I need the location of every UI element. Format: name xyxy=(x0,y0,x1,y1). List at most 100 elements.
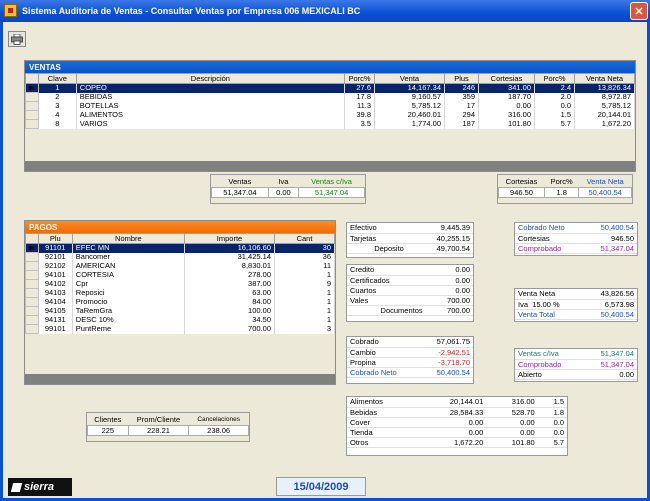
kv-value: 1,672.20 xyxy=(416,437,487,448)
kv-row: Bebidas 28,584.33 528.70 1.8 xyxy=(347,407,567,418)
pagos-cell: 1 xyxy=(274,288,335,298)
pagos-cell: 1 xyxy=(274,315,335,325)
ventas-col-2[interactable]: Porc% xyxy=(344,73,375,84)
kv-row: Cortesias 946.50 xyxy=(515,233,637,244)
kv-value: 1.5 xyxy=(537,397,567,408)
ventas-header: VENTAS xyxy=(25,61,635,73)
kv-value: 0.00 xyxy=(425,265,473,276)
kv-value: 0.0 xyxy=(537,427,567,438)
table-row[interactable]: 94102 Cpr 387.00 9 xyxy=(25,279,335,289)
ventas-cell: 1,672.20 xyxy=(574,119,635,129)
close-button[interactable]: ✕ xyxy=(630,2,648,20)
kv-value: 20,144.01 xyxy=(416,397,487,408)
kv-row: Tienda 0.00 0.00 0.0 xyxy=(347,427,567,438)
table-row[interactable]: 92101 Bancomer 31,425.14 36 xyxy=(25,252,335,262)
table-row[interactable]: 94101 CORTESIA 278.00 1 xyxy=(25,270,335,280)
table-row[interactable]: ▶ 1 COPEO 27.6 14,167.34 246 341.00 2.4 13,826.3… xyxy=(25,83,635,93)
ventas-col-5[interactable]: Cortesias xyxy=(478,73,535,84)
table-row[interactable]: 4 ALIMENTOS 39.8 20,460.01 294 316.00 1.5 20,14… xyxy=(25,110,635,120)
close-icon: ✕ xyxy=(634,5,644,18)
kv-row: Comprobado 51,347.04 xyxy=(515,359,637,370)
ventas-col-3[interactable]: Venta xyxy=(374,73,445,84)
pagos-cell: 700.00 xyxy=(184,324,275,334)
ventas-table[interactable]: Clave Descripción Porc% Venta Plus Cortesias P… xyxy=(25,73,635,129)
ventas-col-6[interactable]: Porc% xyxy=(534,73,575,84)
efectivo-box: Efectivo 9,445.39 Tarjetas 40,255.15 Deposit… xyxy=(346,222,474,258)
row-indicator: ▶ xyxy=(25,83,39,93)
ventas-civa-box: Ventas c/Iva 51,347.04 Comprobado 51,347.04… xyxy=(514,348,638,382)
kv-label: Ventas c/Iva xyxy=(515,349,583,360)
kv-value: 5.7 xyxy=(537,437,567,448)
ventas-col-0[interactable]: Clave xyxy=(37,73,77,84)
window-title: Sistema Auditoria de Ventas - Consultar … xyxy=(22,6,361,16)
kv-value: 101.80 xyxy=(486,437,538,448)
table-row[interactable]: 94131 DESC 10% 34.50 1 xyxy=(25,315,335,325)
pagos-header: PAGOS xyxy=(25,221,335,233)
venta-total-value: 50,400.54 xyxy=(581,309,637,320)
kv-row: Tarjetas 40,255.15 xyxy=(347,233,473,244)
ventas-cell: ALIMENTOS xyxy=(76,110,346,120)
venta-total-label: Venta Total xyxy=(515,309,582,320)
kv-row: Cuartos 0.00 xyxy=(347,285,473,296)
kv-label: Cover xyxy=(347,417,417,428)
iva-value: 6,573.98 xyxy=(581,299,637,310)
kv-label: Cortesias xyxy=(515,233,585,244)
table-row[interactable]: 94105 TaRemGra 100.00 1 xyxy=(25,306,335,316)
ventas-cell: 187 xyxy=(444,119,479,129)
venta-neta-value: 43,826.56 xyxy=(581,289,637,300)
row-indicator xyxy=(25,252,39,262)
kv-row: Credito 0.00 xyxy=(347,265,473,276)
ventas-col-1[interactable]: Descripción xyxy=(75,73,346,84)
ventas-cell: 101.80 xyxy=(478,119,535,129)
window-titlebar: Sistema Auditoria de Ventas - Consultar … xyxy=(0,0,650,22)
pagos-cell: 1 xyxy=(274,270,335,280)
cortesias-totals-box: Cortesias Porc% Venta Neta 946.50 1.8 50,400… xyxy=(497,174,633,204)
ventas-cell: 8 xyxy=(38,119,77,129)
pagos-cell: 99101 xyxy=(38,324,73,334)
date-display: 15/04/2009 xyxy=(276,477,366,496)
pagos-col-0[interactable]: Plu xyxy=(37,233,73,244)
kv-value: 700.00 xyxy=(425,295,473,306)
pagos-col-1[interactable]: Nombre xyxy=(71,233,186,244)
row-indicator xyxy=(25,315,39,325)
row-indicator xyxy=(25,270,39,280)
row-indicator xyxy=(25,297,39,307)
kv-label: Documentos xyxy=(347,305,426,316)
ventas-totals-box: Ventas Iva Ventas c/Iva 51,347.04 0.00 51,34… xyxy=(210,174,366,204)
table-row[interactable]: 8 VARIOS 3.5 1,774.00 187 101.80 5.7 1,672.20 xyxy=(25,119,635,129)
table-row[interactable]: 94104 Promocio 84.00 1 xyxy=(25,297,335,307)
kv-label: Cuartos xyxy=(347,285,426,296)
printer-icon xyxy=(11,33,23,45)
print-button[interactable] xyxy=(8,31,26,47)
row-indicator xyxy=(25,110,39,120)
table-row[interactable]: 92102 AMERICAN 8,830.01 11 xyxy=(25,261,335,271)
ventas-panel: VENTAS Clave Descripción Porc% Venta Plus Cor… xyxy=(24,60,636,172)
kv-row: Deposito 49,700.54 xyxy=(347,243,473,254)
credito-box: Credito 0.00 Certificados 0.00 Cuartos 0.00 Va… xyxy=(346,264,474,322)
ventas-col-4[interactable]: Plus xyxy=(444,73,479,84)
iva-value: 0.00 xyxy=(267,186,300,198)
kv-value: 0.00 xyxy=(425,285,473,296)
kv-row: Cover 0.00 0.00 0.0 xyxy=(347,417,567,428)
kv-label: Cobrado Neto xyxy=(515,223,585,234)
kv-row: Alimentos 20,144.01 316.00 1.5 xyxy=(347,397,567,408)
table-row[interactable]: 94103 Reposici 63.00 1 xyxy=(25,288,335,298)
table-row[interactable]: 99101 PuntReme 700.00 3 xyxy=(25,324,335,334)
app-icon xyxy=(4,4,17,17)
kv-value: 0.00 xyxy=(416,427,487,438)
row-indicator xyxy=(25,306,39,316)
ventas-col-7[interactable]: Venta Neta xyxy=(574,73,635,84)
prom-cliente-value: 228.21 xyxy=(127,424,190,436)
kv-value: 700.00 xyxy=(425,305,473,316)
ventas-grid-footer xyxy=(25,161,635,171)
pagos-col-3[interactable]: Cant xyxy=(274,233,335,244)
pagos-col-2[interactable]: Importe xyxy=(184,233,275,244)
pagos-table[interactable]: Plu Nombre Importe Cant ▶ 91101 EFEC MN 16,106… xyxy=(25,233,335,334)
table-row[interactable]: ▶ 91101 EFEC MN 16,106.60 30 xyxy=(25,243,335,253)
kv-value: 946.50 xyxy=(584,233,637,244)
cancelaciones-label: Cancelaciones xyxy=(197,416,240,424)
ventas-cell: 3.5 xyxy=(344,119,375,129)
pagos-grid-footer xyxy=(25,374,335,384)
ventas-cell: 5.7 xyxy=(534,119,575,129)
pagos-panel: PAGOS Plu Nombre Importe Cant ▶ 91101 EFEC MN… xyxy=(24,220,336,385)
